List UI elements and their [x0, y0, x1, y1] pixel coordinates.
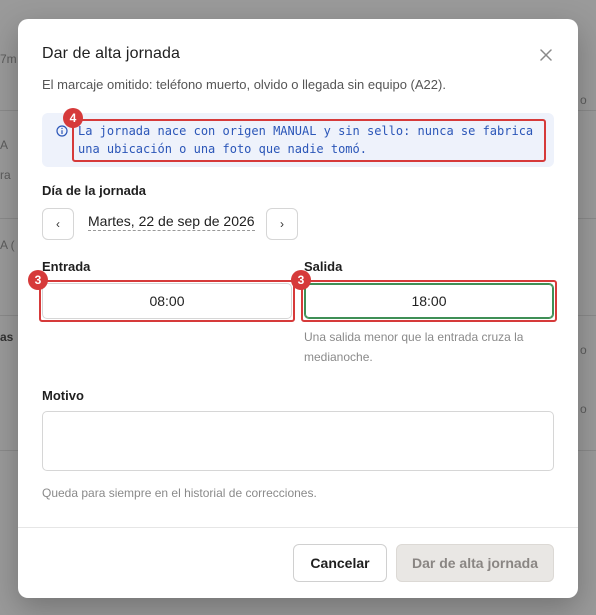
salida-hint: Una salida menor que la entrada cruza la…	[304, 330, 524, 364]
day-label: Día de la jornada	[42, 183, 147, 198]
motivo-label: Motivo	[42, 388, 84, 403]
background-fragment: o	[580, 343, 587, 357]
submit-button[interactable]: Dar de alta jornada	[396, 544, 554, 582]
annotation-box	[72, 119, 546, 162]
background-fragment: 7m	[0, 52, 17, 66]
background-fragment: as	[0, 330, 14, 344]
close-icon	[540, 49, 552, 61]
info-circle-icon	[56, 125, 68, 137]
footer-divider	[18, 527, 578, 528]
next-day-button[interactable]: ›	[266, 208, 298, 240]
motivo-textarea[interactable]	[42, 411, 554, 471]
day-value[interactable]: Martes, 22 de sep de 2026	[88, 213, 255, 231]
background-fragment: o	[580, 402, 587, 416]
cancel-button[interactable]: Cancelar	[293, 544, 387, 582]
annotation-box	[39, 280, 295, 322]
entrada-label: Entrada	[42, 259, 91, 274]
dialog-description: El marcaje omitido: teléfono muerto, olv…	[42, 77, 446, 92]
annotation-badge: 4	[63, 108, 83, 128]
dialog: Dar de alta jornada El marcaje omitido: …	[18, 19, 578, 598]
annotation-badge: 3	[291, 270, 311, 290]
previous-day-button[interactable]: ‹	[42, 208, 74, 240]
background-fragment: o	[580, 93, 587, 107]
annotation-box	[301, 280, 557, 322]
chevron-left-icon: ‹	[56, 217, 60, 231]
close-button[interactable]	[536, 45, 556, 65]
background-fragment: A (	[0, 238, 15, 252]
background-fragment: ra	[0, 168, 11, 182]
chevron-right-icon: ›	[280, 217, 284, 231]
background-fragment: A	[0, 138, 9, 152]
annotation-badge: 3	[28, 270, 48, 290]
dialog-title: Dar de alta jornada	[42, 45, 180, 62]
motivo-hint: Queda para siempre en el historial de co…	[42, 486, 317, 500]
salida-label: Salida	[304, 259, 343, 274]
